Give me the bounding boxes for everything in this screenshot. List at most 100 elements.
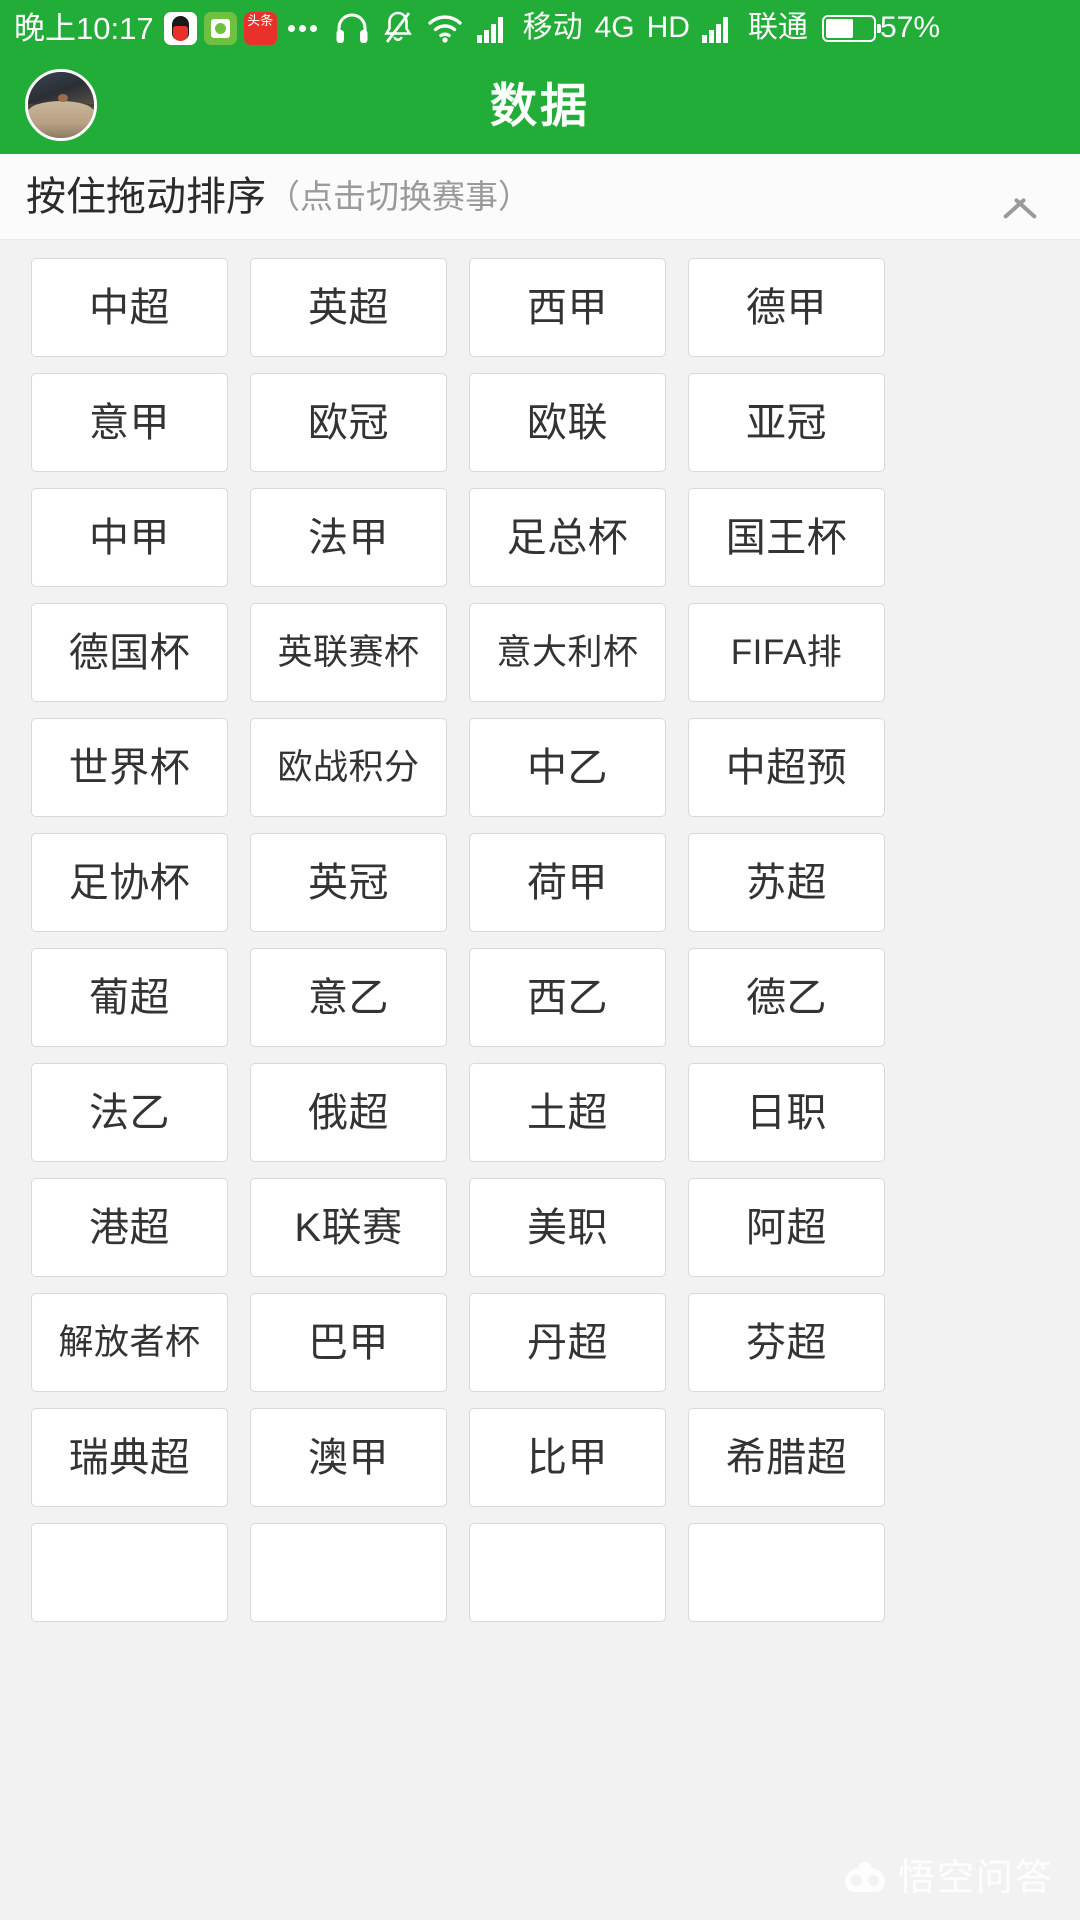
league-card[interactable] [31,1523,228,1622]
league-card-label: 足总杯 [506,515,629,560]
league-card-label: 巴甲 [308,1320,389,1365]
league-card[interactable]: 中超预 [688,718,885,817]
league-card-label: 澳甲 [308,1435,389,1480]
battery-icon [821,14,881,42]
league-card[interactable]: 苏超 [688,833,885,932]
league-card[interactable] [250,1523,447,1622]
league-card-label: 法乙 [89,1090,170,1135]
more-dots-icon [287,24,317,32]
headphone-icon [336,13,368,43]
league-card[interactable]: 意甲 [31,373,228,472]
league-card[interactable]: 法乙 [31,1063,228,1162]
league-card[interactable]: 土超 [469,1063,666,1162]
league-card-label: 荷甲 [527,860,608,905]
league-card-label: 土超 [527,1090,608,1135]
league-card-label: 解放者杯 [58,1323,201,1362]
signal-bars-icon [476,17,503,43]
chevron-up-icon[interactable] [998,183,1042,211]
page-title: 数据 [490,78,590,132]
league-card[interactable]: 亚冠 [688,373,885,472]
league-card[interactable]: 德甲 [688,258,885,357]
league-card[interactable]: 荷甲 [469,833,666,932]
league-card-label: 中超预 [725,745,848,790]
league-card-label: 丹超 [527,1320,608,1365]
league-card[interactable]: 中乙 [469,718,666,817]
league-card-label: 欧战积分 [277,748,420,787]
app-screen: 晚上10:17 移动 4G [0,0,1080,1920]
league-card[interactable]: 港超 [31,1178,228,1277]
league-card-label: 英冠 [308,860,389,905]
bell-muted-icon [383,11,412,43]
league-card[interactable]: 日职 [688,1063,885,1162]
league-card[interactable]: 丹超 [469,1293,666,1392]
league-card-label: 意大利杯 [496,633,639,672]
league-card[interactable]: FIFA排 [688,603,885,702]
green-app-icon [203,11,237,45]
league-card[interactable] [688,1523,885,1622]
league-card-label: 西乙 [527,975,608,1020]
league-card[interactable]: 葡超 [31,948,228,1047]
league-card-label: 美职 [527,1205,608,1250]
league-card[interactable]: 欧联 [469,373,666,472]
league-card[interactable]: 英冠 [250,833,447,932]
league-card[interactable]: 意乙 [250,948,447,1047]
league-card[interactable]: 足总杯 [469,488,666,587]
league-card[interactable] [469,1523,666,1622]
league-card[interactable]: 阿超 [688,1178,885,1277]
league-card[interactable]: 西乙 [469,948,666,1047]
title-bar: 数据 [0,56,1080,154]
user-avatar[interactable] [25,69,97,141]
league-card-label: 法甲 [308,515,389,560]
league-card[interactable]: 瑞典超 [31,1408,228,1507]
league-card-label: 亚冠 [746,400,827,445]
league-card[interactable]: 中超 [31,258,228,357]
league-card[interactable]: 巴甲 [250,1293,447,1392]
league-card[interactable]: 美职 [469,1178,666,1277]
league-card[interactable]: 世界杯 [31,718,228,817]
league-card-label: 阿超 [746,1205,827,1250]
league-card[interactable]: 国王杯 [688,488,885,587]
league-card-label: 日职 [746,1090,827,1135]
hd-label: HD [646,11,690,44]
league-card[interactable]: 澳甲 [250,1408,447,1507]
league-card-label: 欧冠 [308,400,389,445]
league-card[interactable]: 欧冠 [250,373,447,472]
league-card[interactable]: 足协杯 [31,833,228,932]
league-card[interactable]: 芬超 [688,1293,885,1392]
wifi-icon [427,15,462,43]
league-card-label: 意乙 [308,975,389,1020]
carrier-1-label: 移动 [522,11,583,44]
league-card[interactable]: 中甲 [31,488,228,587]
league-card-label: 英联赛杯 [277,633,420,672]
league-card-label: K联赛 [294,1205,403,1250]
league-card[interactable]: 解放者杯 [31,1293,228,1392]
league-card-label: 中超 [89,285,170,330]
qq-icon [163,11,197,45]
league-card[interactable]: 英超 [250,258,447,357]
league-card[interactable]: 欧战积分 [250,718,447,817]
league-card[interactable]: 希腊超 [688,1408,885,1507]
league-card-label: 德国杯 [68,630,191,675]
status-time: 晚上10:17 [14,10,154,46]
sort-hint-header[interactable]: 按住拖动排序 （点击切换赛事） [0,154,1080,240]
league-card-label: 欧联 [527,400,608,445]
sort-hint-sub-text: （点击切换赛事） [267,178,531,215]
league-card-label: 俄超 [308,1090,389,1135]
league-card-label: 葡超 [89,975,170,1020]
sort-hint-main-text: 按住拖动排序 [26,174,266,219]
league-card[interactable]: K联赛 [250,1178,447,1277]
league-card[interactable]: 比甲 [469,1408,666,1507]
league-grid: 中超 英超 西甲 德甲意甲 欧冠 欧联 亚冠中甲 法甲 足总杯 国王杯德国杯 英联赛杯 意大利杯 FIF… [0,258,1080,1622]
league-card[interactable]: 英联赛杯 [250,603,447,702]
league-card[interactable]: 意大利杯 [469,603,666,702]
league-card[interactable]: 西甲 [469,258,666,357]
league-card[interactable]: 法甲 [250,488,447,587]
league-card[interactable]: 德国杯 [31,603,228,702]
league-card-label: 苏超 [746,860,827,905]
league-card[interactable]: 德乙 [688,948,885,1047]
toutiao-icon [243,11,277,45]
league-card-label: 瑞典超 [68,1435,191,1480]
league-grid-container: 中超 英超 西甲 德甲意甲 欧冠 欧联 亚冠中甲 法甲 足总杯 国王杯德国杯 英联赛杯 意大利杯 FIF… [0,240,1080,1920]
league-card[interactable]: 俄超 [250,1063,447,1162]
league-card-label: 西甲 [527,285,608,330]
